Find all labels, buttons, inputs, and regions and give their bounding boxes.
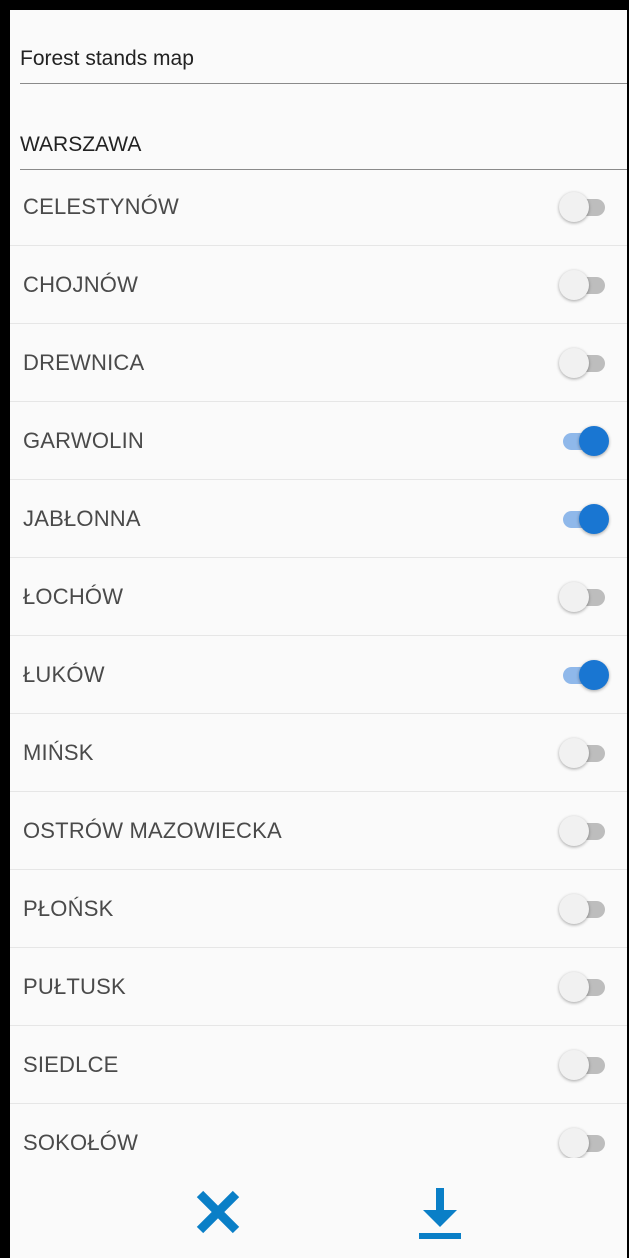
district-label: JABŁONNA: [23, 505, 141, 531]
district-label: OSTRÓW MAZOWIECKA: [23, 817, 282, 843]
map-type-field[interactable]: Forest stands map: [20, 10, 627, 84]
district-label: CHOJNÓW: [23, 271, 139, 297]
district-toggle[interactable]: [559, 269, 609, 300]
district-label: GARWOLIN: [23, 427, 144, 453]
district-toggle[interactable]: [559, 893, 609, 924]
toggle-thumb: [559, 1127, 589, 1158]
download-button[interactable]: [410, 1182, 470, 1242]
district-row[interactable]: SIEDLCE: [10, 1026, 627, 1104]
district-row[interactable]: ŁOCHÓW: [10, 558, 627, 636]
district-toggle[interactable]: [559, 191, 609, 222]
toggle-thumb: [579, 425, 609, 456]
district-label: ŁUKÓW: [23, 661, 105, 687]
toggle-thumb: [559, 1049, 589, 1080]
toggle-thumb: [559, 269, 589, 300]
district-label: ŁOCHÓW: [23, 583, 124, 609]
district-row[interactable]: JABŁONNA: [10, 480, 627, 558]
district-label: MIŃSK: [23, 739, 94, 765]
district-label: CELESTYNÓW: [23, 193, 180, 219]
district-toggle[interactable]: [559, 1049, 609, 1080]
toggle-thumb: [579, 503, 609, 534]
district-label: SOKOŁÓW: [23, 1129, 139, 1155]
download-icon: [419, 1188, 461, 1239]
app-screen: Forest stands map WARSZAWA CELESTYNÓW CHO…: [10, 10, 627, 1258]
district-label: PŁOŃSK: [23, 895, 114, 921]
district-row[interactable]: SOKOŁÓW: [10, 1104, 627, 1158]
toggle-thumb: [559, 347, 589, 378]
map-type-value: Forest stands map: [20, 47, 194, 70]
region-field[interactable]: WARSZAWA: [20, 95, 627, 170]
district-row[interactable]: OSTRÓW MAZOWIECKA: [10, 792, 627, 870]
district-toggle[interactable]: [559, 971, 609, 1002]
district-toggle[interactable]: [559, 581, 609, 612]
district-row[interactable]: CHOJNÓW: [10, 246, 627, 324]
district-toggle[interactable]: [559, 737, 609, 768]
district-row[interactable]: CELESTYNÓW: [10, 168, 627, 246]
toggle-thumb: [559, 815, 589, 846]
toggle-thumb: [559, 191, 589, 222]
district-row[interactable]: PŁOŃSK: [10, 870, 627, 948]
district-row[interactable]: MIŃSK: [10, 714, 627, 792]
district-toggle[interactable]: [559, 1127, 609, 1158]
toggle-thumb: [559, 581, 589, 612]
district-label: SIEDLCE: [23, 1051, 119, 1077]
toggle-thumb: [579, 659, 609, 690]
region-value: WARSZAWA: [20, 133, 142, 156]
district-toggle[interactable]: [559, 503, 609, 534]
district-toggle[interactable]: [559, 347, 609, 378]
toggle-thumb: [559, 737, 589, 768]
district-toggle[interactable]: [559, 815, 609, 846]
district-label: PUŁTUSK: [23, 973, 126, 999]
district-toggle[interactable]: [559, 425, 609, 456]
district-row[interactable]: PUŁTUSK: [10, 948, 627, 1026]
district-toggle[interactable]: [559, 659, 609, 690]
district-label: DREWNICA: [23, 349, 145, 375]
close-icon: [196, 1190, 240, 1234]
district-row[interactable]: GARWOLIN: [10, 402, 627, 480]
toggle-thumb: [559, 893, 589, 924]
district-row[interactable]: ŁUKÓW: [10, 636, 627, 714]
bottom-action-bar: [10, 1158, 627, 1258]
toggle-thumb: [559, 971, 589, 1002]
close-button[interactable]: [188, 1182, 248, 1242]
district-list[interactable]: CELESTYNÓW CHOJNÓW DREWNICA GARWOLIN JABŁONN…: [10, 168, 627, 1158]
district-row[interactable]: DREWNICA: [10, 324, 627, 402]
